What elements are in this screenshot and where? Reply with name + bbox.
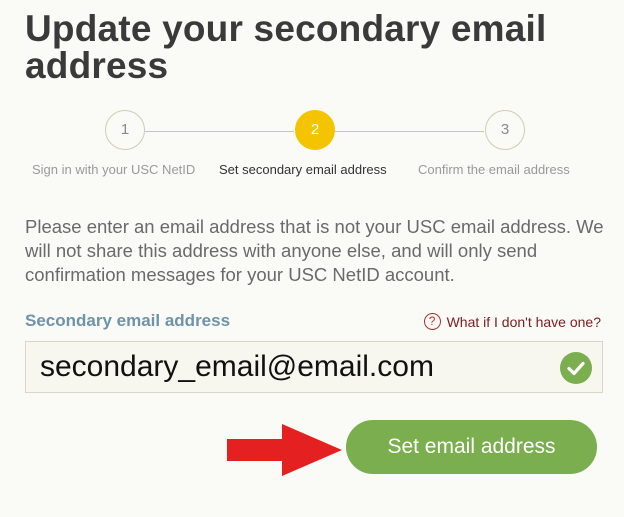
- red-arrow-right-icon: [227, 424, 342, 476]
- step-2-circle: 2: [295, 110, 335, 150]
- step-1-label: Sign in with your USC NetID: [32, 162, 196, 177]
- step-connector-1-2: [145, 131, 294, 132]
- step-3-label: Confirm the email address: [418, 162, 570, 177]
- help-link[interactable]: ? What if I don't have one?: [423, 313, 601, 330]
- secondary-email-label: Secondary email address: [25, 311, 231, 330]
- set-email-address-button[interactable]: Set email address: [346, 420, 597, 474]
- email-field-container: [25, 341, 603, 393]
- intro-text: Please enter an email address that is no…: [25, 216, 604, 285]
- page: Update your secondary email address 1 2 …: [0, 0, 624, 517]
- question-circle-icon: ?: [423, 313, 441, 330]
- page-title: Update your secondary email address: [25, 8, 547, 86]
- check-circle-icon: [560, 352, 592, 384]
- help-link-text: What if I don't have one?: [446, 313, 601, 330]
- step-connector-2-3: [335, 131, 484, 132]
- step-2-label: Set secondary email address: [219, 162, 387, 177]
- step-3-circle: 3: [485, 110, 525, 150]
- progress-stepper: 1 2 3 Sign in with your USC NetID Set se…: [0, 110, 624, 190]
- secondary-email-input[interactable]: [40, 348, 550, 386]
- step-1-circle: 1: [105, 110, 145, 150]
